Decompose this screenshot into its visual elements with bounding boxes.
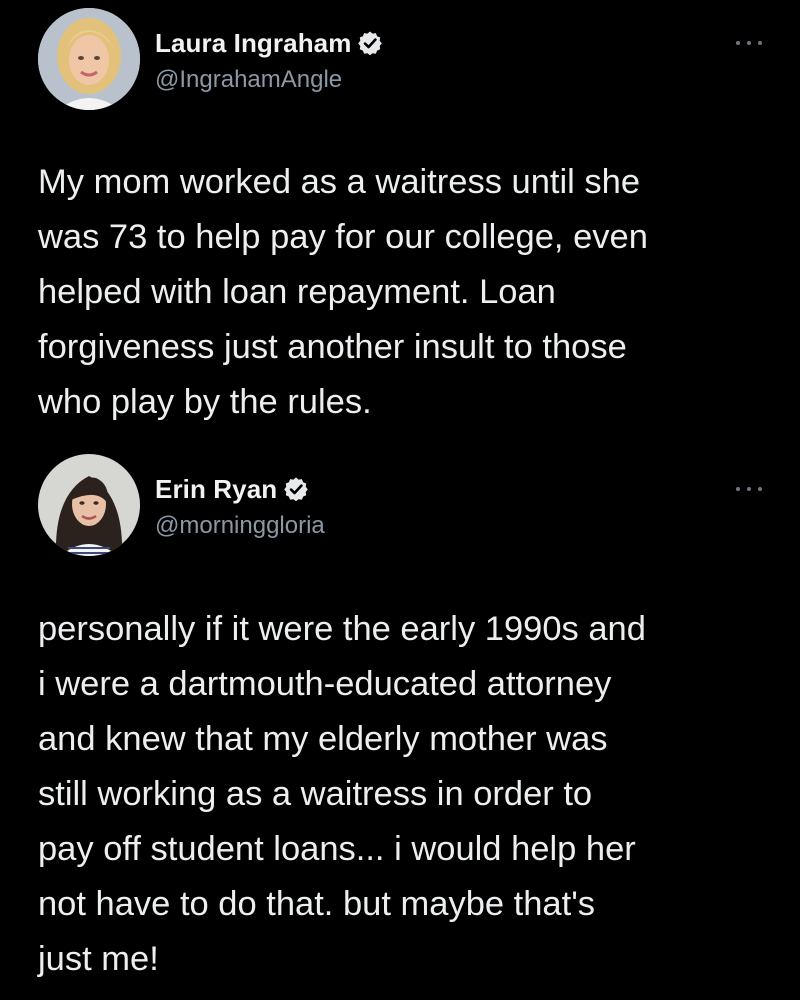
dot <box>736 41 740 45</box>
dot <box>758 487 762 491</box>
avatar-photo-icon <box>38 454 140 556</box>
dot <box>758 41 762 45</box>
avatar-photo-icon <box>38 8 140 110</box>
dot <box>747 487 751 491</box>
tweet-card[interactable]: Erin Ryan @morninggloria personally if i… <box>0 450 800 1000</box>
more-options-icon[interactable] <box>736 38 762 48</box>
verified-badge-icon <box>357 30 383 56</box>
avatar[interactable] <box>38 8 140 110</box>
tweet-header: Erin Ryan @morninggloria <box>38 454 762 558</box>
avatar[interactable] <box>38 454 140 556</box>
display-name[interactable]: Erin Ryan <box>155 474 277 505</box>
user-handle[interactable]: @morninggloria <box>155 512 325 540</box>
tweet-text: personally if it were the early 1990s an… <box>38 610 646 978</box>
display-name[interactable]: Laura Ingraham <box>155 28 351 59</box>
tweet-card[interactable]: Laura Ingraham @IngrahamAngle My mom wor… <box>0 0 800 450</box>
verified-badge-icon <box>283 476 309 502</box>
tweet-text: My mom worked as a waitress until she wa… <box>38 163 648 421</box>
dot <box>747 41 751 45</box>
dot <box>736 487 740 491</box>
more-options-icon[interactable] <box>736 484 762 494</box>
user-handle[interactable]: @IngrahamAngle <box>155 66 383 94</box>
tweet-header: Laura Ingraham @IngrahamAngle <box>38 8 762 112</box>
